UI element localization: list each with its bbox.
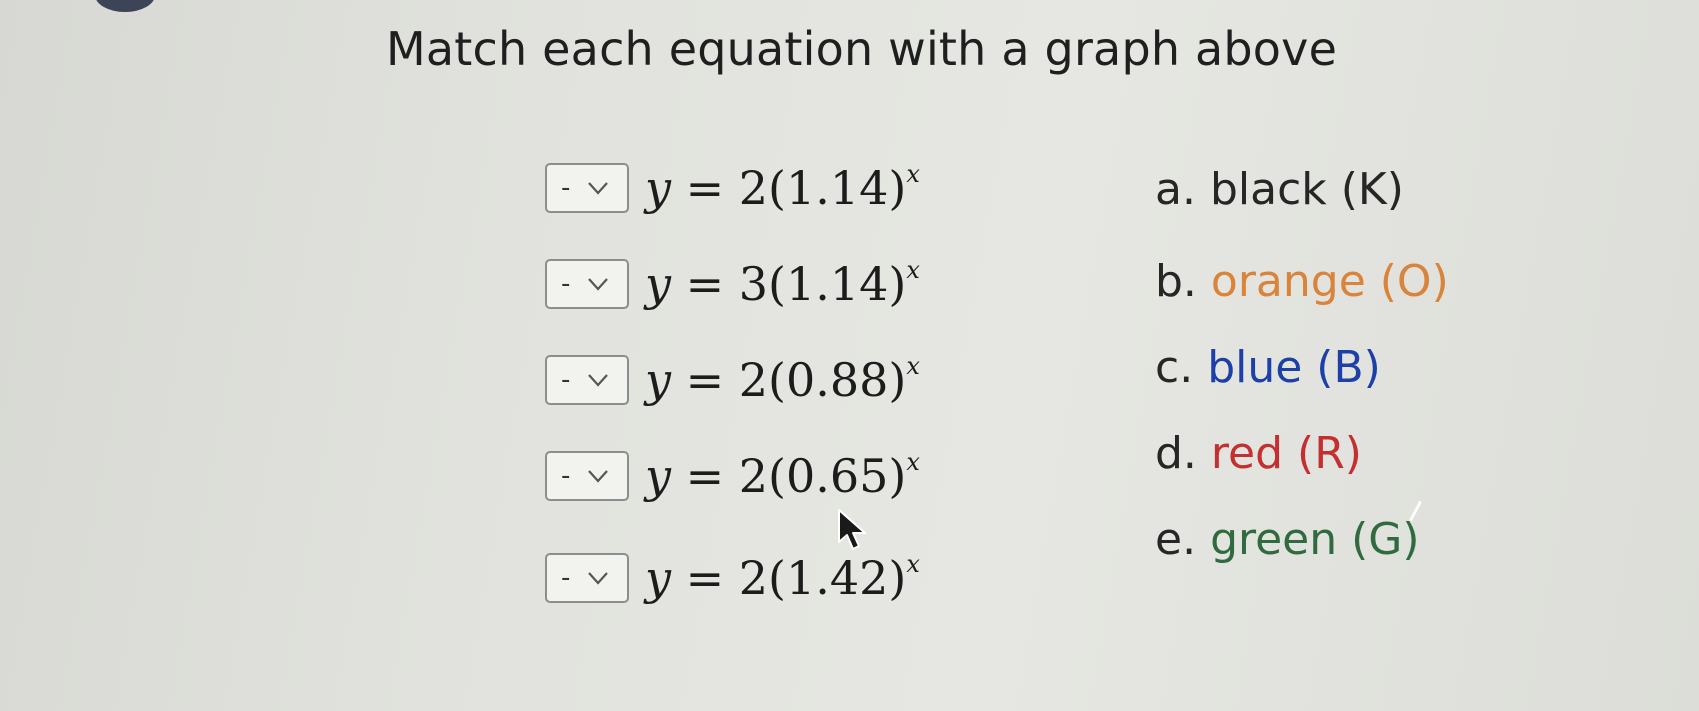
equation-exponent: x: [906, 549, 920, 578]
equation-rhs: = 2(1.42): [685, 551, 907, 605]
dropdown-value: -: [561, 365, 571, 395]
equation-text: y = 2(0.88)x: [645, 351, 920, 407]
equation-lhs: y: [645, 449, 671, 503]
option-green: e. green (G): [1155, 514, 1420, 565]
equation-exponent: x: [906, 255, 920, 284]
chevron-down-icon: [588, 572, 608, 585]
option-letter: b.: [1155, 256, 1197, 307]
option-red: d. red (R): [1155, 428, 1362, 479]
option-label: blue (B): [1207, 342, 1381, 393]
dropdown-value: -: [561, 563, 571, 593]
option-orange: b. orange (O): [1155, 256, 1449, 307]
equation-row: - y = 2(1.42)x: [545, 548, 920, 608]
match-dropdown[interactable]: -: [545, 259, 629, 309]
option-label: red (R): [1210, 428, 1362, 479]
equation-rhs: = 2(0.88): [685, 353, 907, 407]
equation-text: y = 3(1.14)x: [645, 255, 920, 311]
option-letter: a.: [1155, 164, 1196, 215]
match-dropdown[interactable]: -: [545, 451, 629, 501]
equation-row: - y = 2(1.14)x: [545, 158, 920, 218]
option-label: green (G): [1210, 514, 1420, 565]
equation-lhs: y: [645, 161, 671, 215]
match-dropdown[interactable]: -: [545, 553, 629, 603]
equation-lhs: y: [645, 353, 671, 407]
equation-row: - y = 2(0.65)x: [545, 446, 920, 506]
option-label: orange (O): [1210, 256, 1449, 307]
equation-text: y = 2(1.42)x: [645, 549, 920, 605]
option-label: black (K): [1209, 164, 1404, 215]
equation-exponent: x: [906, 159, 920, 188]
chevron-down-icon: [588, 374, 608, 387]
match-dropdown[interactable]: -: [545, 163, 629, 213]
equation-row: - y = 2(0.88)x: [545, 350, 920, 410]
chevron-down-icon: [588, 470, 608, 483]
mouse-pointer-icon: [838, 509, 866, 550]
equation-text: y = 2(1.14)x: [645, 159, 920, 215]
equation-rhs: = 2(0.65): [685, 449, 907, 503]
equation-exponent: x: [906, 447, 920, 476]
question-title: Match each equation with a graph above: [386, 22, 1338, 76]
chevron-down-icon: [588, 278, 608, 291]
dropdown-value: -: [561, 173, 571, 203]
equation-text: y = 2(0.65)x: [645, 447, 920, 503]
option-black: a. black (K): [1155, 164, 1404, 215]
dropdown-value: -: [561, 269, 571, 299]
dropdown-value: -: [561, 461, 571, 491]
chevron-down-icon: [588, 182, 608, 195]
option-letter: e.: [1155, 514, 1197, 565]
option-letter: d.: [1155, 428, 1197, 479]
option-blue: c. blue (B): [1155, 342, 1381, 393]
equation-exponent: x: [906, 351, 920, 380]
equation-rhs: = 3(1.14): [685, 257, 907, 311]
corner-avatar-fragment: [95, 0, 155, 12]
equation-row: - y = 3(1.14)x: [545, 254, 920, 314]
equation-lhs: y: [645, 257, 671, 311]
match-dropdown[interactable]: -: [545, 355, 629, 405]
option-letter: c.: [1155, 342, 1194, 393]
equation-lhs: y: [645, 551, 671, 605]
equation-rhs: = 2(1.14): [685, 161, 907, 215]
